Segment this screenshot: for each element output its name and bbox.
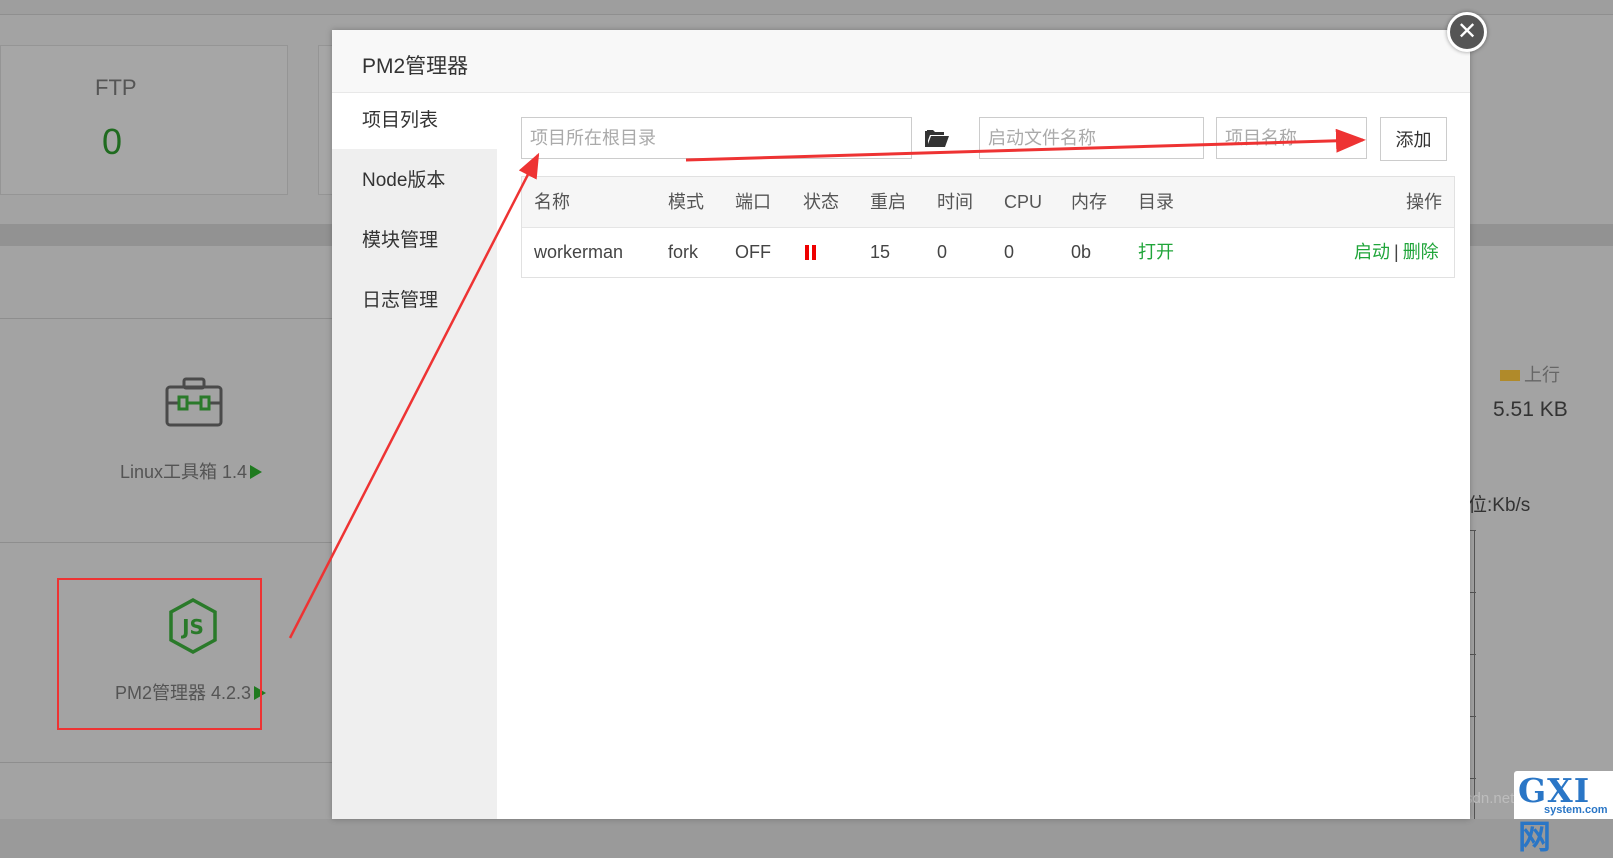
project-table: 名称 模式 端口 状态 重启 时间 CPU 内存 目录 操作 workerman… [521,176,1455,278]
table-row: workerman fork OFF 15 0 0 0b 打开 启动 | 删除 [522,228,1454,277]
app-label: Linux工具箱 1.4 [120,462,248,482]
logo-subtext: system.com [1544,804,1608,816]
cell-name: workerman [534,242,624,262]
cell-time: 0 [937,242,948,262]
start-file-input[interactable] [979,117,1204,159]
open-dir-link[interactable]: 打开 [1138,228,1174,277]
dialog-title: PM2管理器 [362,55,469,78]
traffic-legend: 上行 [1500,361,1560,387]
close-icon: ✕ [1456,18,1478,45]
sidebar-item-project-list[interactable]: 项目列表 [332,93,497,149]
sidebar-item-node-version[interactable]: Node版本 [332,153,497,209]
annotation-highlight-box [57,578,262,730]
dialog-header: PM2管理器 [332,30,1470,93]
col-header-status: 状态 [803,192,839,212]
ftp-stat-card [0,45,288,195]
project-name-input[interactable] [1216,117,1367,159]
col-header-name: 名称 [534,192,570,212]
traffic-unit: 位:Kb/s [1468,495,1531,516]
app-linux-toolbox[interactable]: Linux工具箱 1.4 [120,458,263,484]
divider [0,318,332,319]
col-header-restart: 重启 [870,192,906,212]
col-header-actions: 操作 [1406,192,1442,212]
col-header-mode: 模式 [668,192,704,212]
cell-memory: 0b [1071,242,1092,262]
col-header-dir: 目录 [1138,192,1174,212]
ftp-title: FTP [95,75,137,100]
start-link[interactable]: 启动 [1354,242,1390,262]
play-icon [250,465,263,479]
chart-axis [1474,530,1475,819]
sidebar-item-log-management[interactable]: 日志管理 [332,273,497,329]
status-paused-icon [805,245,819,265]
row-actions: 启动 | 删除 [1354,228,1439,277]
col-header-cpu: CPU [1004,192,1043,212]
col-header-port: 端口 [735,192,771,212]
add-button[interactable]: 添加 [1380,117,1447,161]
traffic-value: 5.51 KB [1493,398,1568,421]
col-header-memory: 内存 [1071,192,1107,212]
dialog-sidebar: 项目列表 Node版本 模块管理 日志管理 [332,93,497,819]
toolbox-icon[interactable] [165,377,223,432]
site-logo: GXI网 system.com [1514,771,1613,856]
cell-cpu: 0 [1004,242,1015,262]
legend-swatch [1500,370,1520,381]
folder-open-icon[interactable] [924,127,950,154]
cell-restart: 15 [870,242,891,262]
ftp-value: 0 [102,121,123,162]
sidebar-item-module-management[interactable]: 模块管理 [332,213,497,269]
divider [0,542,332,543]
divider [0,762,332,763]
col-header-time: 时间 [937,192,973,212]
cell-mode: fork [668,242,699,262]
root-dir-input[interactable] [521,117,912,159]
legend-label: 上行 [1524,365,1560,385]
action-separator: | [1394,242,1399,262]
close-button[interactable]: ✕ [1447,12,1487,52]
cell-port: OFF [735,242,771,262]
top-strip [0,0,1613,15]
table-header: 名称 模式 端口 状态 重启 时间 CPU 内存 目录 操作 [522,177,1454,228]
delete-link[interactable]: 删除 [1403,242,1439,262]
